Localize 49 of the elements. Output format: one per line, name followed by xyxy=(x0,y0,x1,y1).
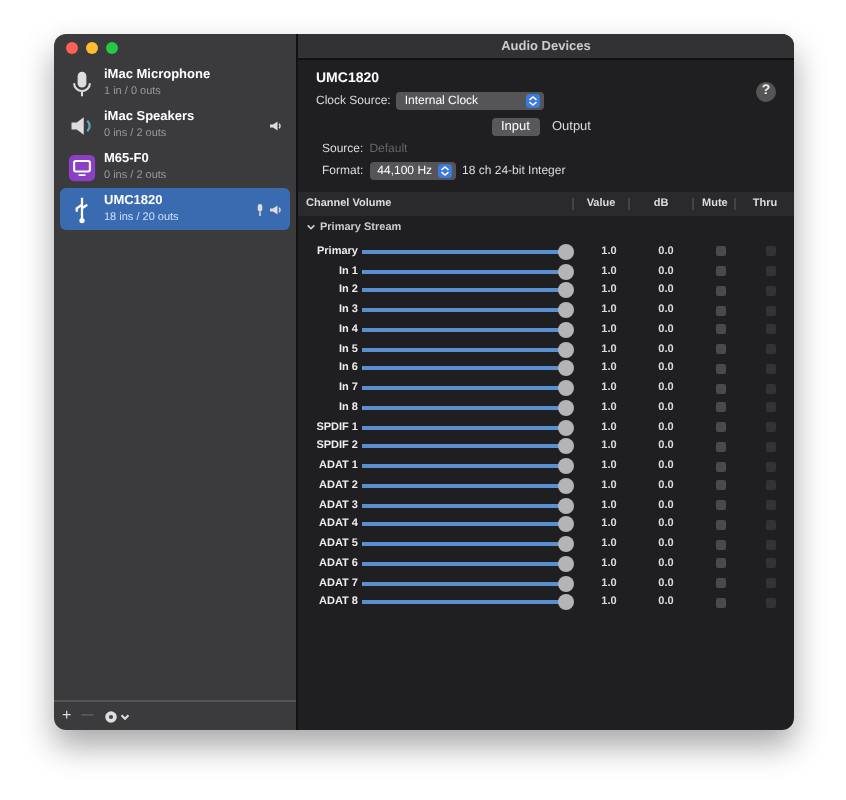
mute-checkbox[interactable] xyxy=(715,422,725,433)
mute-checkbox[interactable] xyxy=(715,246,725,257)
stepper-icon xyxy=(526,94,541,108)
volume-slider[interactable] xyxy=(362,269,568,274)
mute-checkbox[interactable] xyxy=(715,461,725,472)
volume-slider[interactable] xyxy=(362,444,568,449)
volume-slider[interactable] xyxy=(362,522,568,527)
mute-checkbox[interactable] xyxy=(715,344,725,355)
volume-slider[interactable] xyxy=(362,347,568,352)
mute-checkbox[interactable] xyxy=(715,441,725,452)
settings-icon[interactable] xyxy=(103,709,132,723)
speaker-icon xyxy=(68,111,96,139)
mute-checkbox[interactable] xyxy=(715,558,725,569)
display-icon xyxy=(68,153,96,181)
volume-slider[interactable] xyxy=(362,405,568,410)
volume-slider[interactable] xyxy=(362,464,568,469)
mute-checkbox[interactable] xyxy=(715,578,725,589)
mute-checkbox[interactable] xyxy=(715,480,725,491)
mute-checkbox[interactable] xyxy=(715,266,725,277)
mute-checkbox[interactable] xyxy=(715,363,725,374)
volume-slider[interactable] xyxy=(362,308,568,313)
volume-slider[interactable] xyxy=(362,327,568,332)
volume-slider[interactable] xyxy=(362,600,568,605)
mute-checkbox[interactable] xyxy=(715,324,725,335)
mute-checkbox[interactable] xyxy=(715,383,725,394)
volume-slider[interactable] xyxy=(362,542,568,547)
volume-slider[interactable] xyxy=(362,366,568,371)
stepper-icon xyxy=(438,164,453,178)
volume-slider[interactable] xyxy=(362,386,568,391)
volume-slider[interactable] xyxy=(362,503,568,508)
minimize-window-control[interactable] xyxy=(86,42,98,54)
volume-slider[interactable] xyxy=(362,249,568,254)
add-button[interactable]: + xyxy=(62,708,72,724)
mute-checkbox[interactable] xyxy=(715,500,725,511)
mute-checkbox[interactable] xyxy=(715,539,725,550)
close-window-control[interactable] xyxy=(66,42,78,54)
mute-checkbox[interactable] xyxy=(715,597,725,608)
mute-checkbox[interactable] xyxy=(715,402,725,413)
zoom-window-control[interactable] xyxy=(106,42,118,54)
mute-checkbox[interactable] xyxy=(715,519,725,530)
mute-checkbox[interactable] xyxy=(715,305,725,316)
chevron-icon[interactable] xyxy=(306,222,316,232)
microphone-icon xyxy=(68,69,96,97)
volume-slider[interactable] xyxy=(362,483,568,488)
volume-slider[interactable] xyxy=(362,581,568,586)
mute-checkbox[interactable] xyxy=(715,285,725,296)
volume-slider[interactable] xyxy=(362,425,568,430)
volume-slider[interactable] xyxy=(362,288,568,293)
volume-slider[interactable] xyxy=(362,561,568,566)
